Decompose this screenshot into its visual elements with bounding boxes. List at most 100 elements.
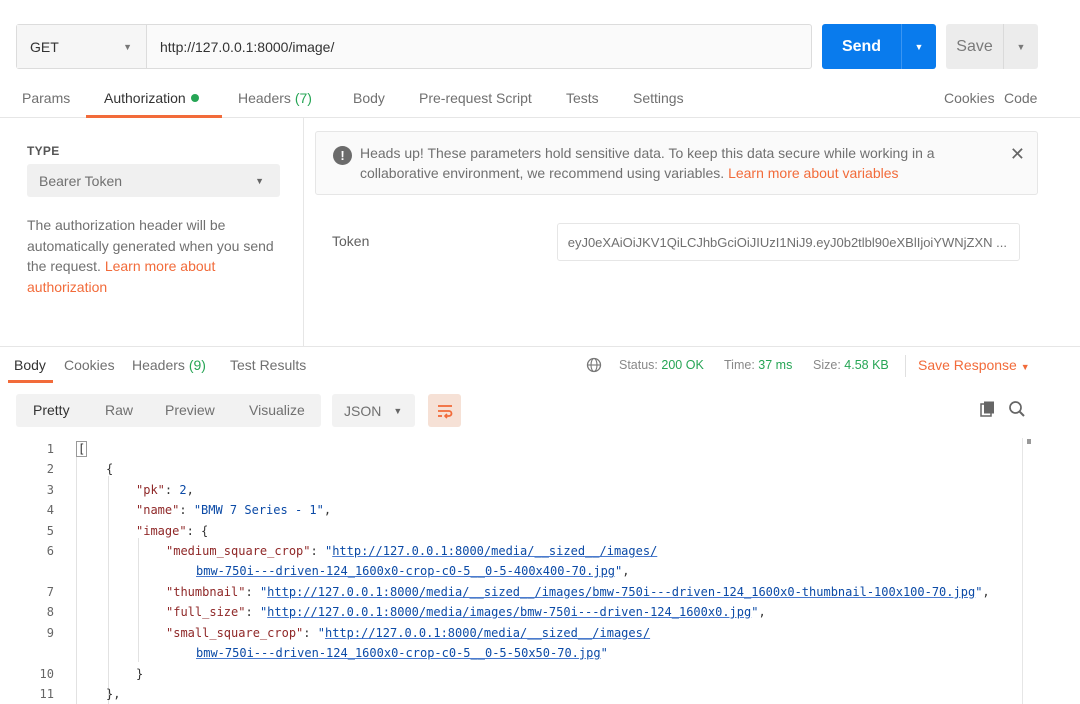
response-tab-test-results[interactable]: Test Results — [230, 357, 306, 373]
wrap-lines-button[interactable] — [428, 394, 461, 427]
code-line: "small_square_crop": "http://127.0.0.1:8… — [166, 626, 651, 640]
wrap-lines-icon — [437, 404, 452, 419]
tab-authorization[interactable]: Authorization — [104, 90, 199, 106]
line-number: 10 — [39, 667, 54, 681]
code-line: [ — [76, 441, 88, 457]
globe-icon[interactable] — [586, 357, 602, 373]
response-tab-cookies[interactable]: Cookies — [64, 357, 115, 373]
line-number: 9 — [46, 626, 54, 640]
url-input[interactable]: http://127.0.0.1:8000/image/ — [147, 25, 811, 68]
json-key: "image" — [136, 524, 187, 538]
learn-more-variables-link[interactable]: Learn more about variables — [728, 165, 898, 181]
url-link[interactable]: http://127.0.0.1:8000/media/__sized__/im… — [325, 626, 650, 640]
size-value: 4.58 KB — [844, 358, 889, 372]
tab-authorization-label: Authorization — [104, 90, 186, 106]
line-number: 4 — [46, 503, 54, 517]
tab-tests[interactable]: Tests — [566, 90, 599, 106]
view-raw-button[interactable]: Raw — [105, 402, 133, 418]
size-readout: Size: 4.58 KB — [813, 358, 889, 372]
json-key: "small_square_crop" — [166, 626, 304, 640]
send-label: Send — [822, 24, 902, 69]
format-value: JSON — [344, 402, 382, 419]
url-link[interactable]: bmw-750i---driven-124_1600x0-crop-c0-5__… — [196, 564, 615, 578]
view-preview-button[interactable]: Preview — [165, 402, 215, 418]
divider — [905, 355, 906, 377]
tab-headers-label: Headers — [238, 90, 291, 106]
tab-prerequest-script[interactable]: Pre-request Script — [419, 90, 532, 106]
format-select[interactable]: JSON ▼ — [332, 394, 415, 427]
status-dot-icon — [190, 94, 199, 102]
info-icon: ! — [333, 146, 352, 165]
view-mode-group: Pretty Raw Preview Visualize — [16, 394, 321, 427]
chevron-down-icon: ▼ — [1020, 362, 1030, 372]
url-link[interactable]: http://127.0.0.1:8000/media/__sized__/im… — [332, 544, 657, 558]
close-icon[interactable]: ✕ — [1010, 144, 1025, 165]
response-headers-count: (9) — [188, 357, 206, 373]
time-label: Time: — [724, 358, 755, 372]
scrollbar-track[interactable] — [1022, 438, 1023, 704]
line-number: 1 — [46, 442, 54, 456]
tab-body[interactable]: Body — [353, 90, 385, 106]
auth-type-pane: TYPE Bearer Token ▼ The authorization he… — [0, 118, 304, 346]
size-label: Size: — [813, 358, 841, 372]
open-bracket: [ — [76, 441, 88, 457]
line-number: 6 — [46, 544, 54, 558]
json-key: "medium_square_crop" — [166, 544, 311, 558]
tab-headers[interactable]: Headers (7) — [238, 90, 312, 106]
line-number: 3 — [46, 483, 54, 497]
chevron-down-icon: ▼ — [393, 405, 403, 416]
json-key: "pk" — [136, 483, 165, 497]
line-number: 5 — [46, 524, 54, 538]
code-line: "medium_square_crop": "http://127.0.0.1:… — [166, 544, 658, 558]
json-key: "thumbnail" — [166, 585, 246, 599]
status-label: Status: — [619, 358, 658, 372]
response-tabs: Body Cookies Headers (9) Test Results St… — [0, 346, 1080, 383]
code-link[interactable]: Code — [1004, 90, 1037, 106]
auth-type-select[interactable]: Bearer Token ▼ — [27, 164, 280, 197]
send-dropdown-chevron-icon[interactable]: ▼ — [902, 24, 936, 69]
url-link[interactable]: bmw-750i---driven-124_1600x0-crop-c0-5__… — [196, 646, 601, 660]
cookies-link[interactable]: Cookies — [944, 90, 995, 106]
alert-message: Heads up! These parameters hold sensitiv… — [360, 143, 1000, 183]
scrollbar-thumb[interactable] — [1027, 439, 1031, 444]
tab-params[interactable]: Params — [22, 90, 70, 106]
response-tab-body[interactable]: Body — [14, 357, 46, 373]
save-button[interactable]: Save ▼ — [946, 24, 1038, 69]
code-line: { — [106, 462, 114, 476]
chevron-down-icon: ▼ — [123, 41, 132, 52]
code-line: "pk": 2, — [136, 483, 194, 497]
code-line: bmw-750i---driven-124_1600x0-crop-c0-5__… — [196, 646, 608, 660]
view-visualize-button[interactable]: Visualize — [249, 402, 305, 418]
line-number: 8 — [46, 605, 54, 619]
token-input[interactable]: eyJ0eXAiOiJKV1QiLCJhbGciOiJIUzI1NiJ9.eyJ… — [557, 223, 1020, 261]
url-link[interactable]: http://127.0.0.1:8000/media/images/bmw-7… — [267, 605, 751, 619]
method-label: GET — [30, 38, 59, 55]
response-body-code[interactable]: 1 2 3 4 5 6 7 8 9 10 11 [ { "pk": 2, "na… — [0, 438, 1040, 704]
save-label: Save — [946, 24, 1004, 69]
response-tab-headers[interactable]: Headers (9) — [132, 357, 206, 373]
save-dropdown-chevron-icon[interactable]: ▼ — [1004, 24, 1038, 69]
indent-guide — [138, 538, 139, 662]
sensitive-data-alert: ! Heads up! These parameters hold sensit… — [315, 131, 1038, 195]
tab-settings[interactable]: Settings — [633, 90, 684, 106]
line-number: 2 — [46, 462, 54, 476]
status-readout: Status: 200 OK — [619, 358, 704, 372]
code-line: bmw-750i---driven-124_1600x0-crop-c0-5__… — [196, 564, 630, 578]
indent-guide — [76, 456, 77, 704]
code-line: "thumbnail": "http://127.0.0.1:8000/medi… — [166, 585, 990, 599]
search-icon[interactable] — [1007, 399, 1027, 419]
chevron-down-icon: ▼ — [255, 175, 264, 186]
url-link[interactable]: http://127.0.0.1:8000/media/__sized__/im… — [267, 585, 975, 599]
copy-icon[interactable] — [979, 400, 997, 418]
time-readout: Time: 37 ms — [724, 358, 792, 372]
json-key: "name" — [136, 503, 180, 517]
method-select[interactable]: GET ▼ — [17, 25, 147, 68]
json-value: 2 — [179, 483, 187, 497]
code-line: "image": { — [136, 524, 209, 538]
line-number: 7 — [46, 585, 54, 599]
send-button[interactable]: Send ▼ — [822, 24, 936, 69]
auth-description: The authorization header will be automat… — [27, 215, 287, 297]
request-bar: GET ▼ http://127.0.0.1:8000/image/ — [16, 24, 812, 69]
view-pretty-button[interactable]: Pretty — [33, 402, 70, 418]
save-response-button[interactable]: Save Response ▼ — [918, 357, 1030, 373]
